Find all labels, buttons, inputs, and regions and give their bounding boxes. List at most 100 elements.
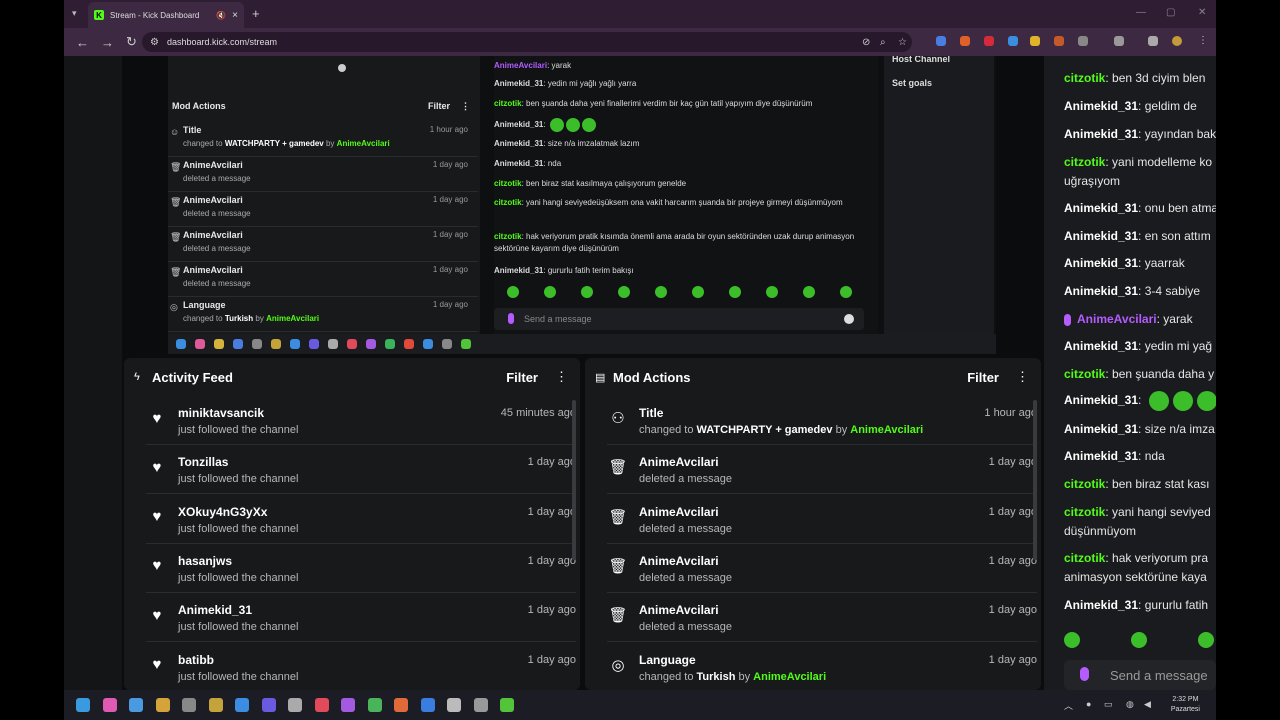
cast-icon[interactable] [1114, 36, 1124, 46]
omnibox[interactable]: ⚙ dashboard.kick.com/stream ⊘ ⌕ ☆ [142, 32, 912, 52]
tray-chevron-icon[interactable]: ︿ [1064, 699, 1073, 712]
zoom-icon[interactable]: ⌕ [880, 37, 886, 48]
chat-message: citzotik: yani modelleme ko uğraşıyom [1064, 155, 1213, 188]
taskbar-app-icon[interactable] [102, 698, 117, 712]
activity-row[interactable]: ♥ Tonzillas just followed the channel 1 day… [134, 445, 576, 495]
tray-network-icon[interactable]: ◍ [1126, 699, 1134, 710]
extension-icon[interactable] [960, 36, 970, 46]
mod-action-row[interactable]: ⚇ Title changed to WATCHPARTY + gamedev by… [595, 396, 1037, 445]
download-icon[interactable] [1148, 36, 1158, 46]
activity-row[interactable]: ♥ miniktavsancik just followed the channel… [134, 396, 576, 445]
extension-icon[interactable] [936, 36, 946, 46]
mic-icon[interactable] [1080, 667, 1089, 681]
bookmark-star-icon[interactable]: ☆ [898, 37, 907, 48]
site-info-icon[interactable]: ⚙ [150, 37, 159, 48]
browser-tab[interactable]: K Stream - Kick Dashboard 🔇 × [88, 2, 244, 28]
chat-username[interactable]: citzotik [1064, 71, 1105, 85]
tray-volume-icon[interactable]: ◀ [1144, 699, 1151, 710]
chat-username[interactable]: Animekid_31 [1064, 339, 1138, 353]
chat-username[interactable]: citzotik [1064, 155, 1105, 169]
tray-battery-icon[interactable]: ▭ [1104, 699, 1113, 710]
taskbar-app-icon[interactable] [500, 698, 514, 712]
activity-filter-button[interactable]: Filter [506, 370, 538, 385]
chat-username[interactable]: Animekid_31 [1064, 229, 1138, 243]
row-time: 1 day ago [527, 554, 576, 567]
taskbar-app-icon[interactable] [208, 698, 223, 712]
extension-icon[interactable] [1030, 36, 1040, 46]
activity-row[interactable]: ♥ Animekid_31 just followed the channel 1 d… [134, 593, 576, 643]
chat-username[interactable]: Animekid_31 [1064, 284, 1138, 298]
taskbar-app-icon[interactable] [261, 698, 276, 712]
taskbar-app-icon[interactable] [447, 698, 461, 712]
mute-tab-icon[interactable]: 🔇 [216, 11, 226, 20]
mod-filter-button[interactable]: Filter [967, 370, 999, 385]
maximize-icon[interactable]: ▢ [1166, 7, 1175, 18]
taskbar-app-icon[interactable] [367, 698, 382, 712]
mod-action-row[interactable]: ◎ Language changed to Turkish by AnimeAvci… [595, 643, 1037, 691]
activity-row[interactable]: ♥ XOkuy4nG3yXx just followed the channel 1 … [134, 495, 576, 544]
reload-icon[interactable]: ↻ [126, 34, 137, 50]
taskbar-app-icon[interactable] [314, 698, 329, 712]
row-user[interactable]: AnimeAvcilari [753, 671, 826, 683]
chat-username[interactable]: Animekid_31 [1064, 422, 1138, 436]
row-user[interactable]: AnimeAvcilari [850, 424, 923, 436]
chat-username[interactable]: Animekid_31 [1064, 393, 1138, 407]
eye-off-icon[interactable]: ⊘ [862, 37, 870, 48]
chat-username[interactable]: Animekid_31 [1064, 449, 1138, 463]
activity-more-icon[interactable]: ⋮ [555, 369, 568, 385]
chat-input[interactable]: Send a message [1064, 660, 1216, 690]
taskbar-app-icon[interactable] [394, 698, 408, 712]
chat-username[interactable]: Animekid_31 [1064, 598, 1138, 612]
taskbar-app-icon[interactable] [182, 698, 196, 712]
activity-row[interactable]: ♥ batibb just followed the channel 1 day ag… [134, 643, 576, 691]
stream-preview[interactable]: Mod Actions Filter ⋮ ☺ Title changed to WA… [168, 56, 996, 354]
taskbar-app-icon[interactable] [420, 698, 435, 712]
tab-search-icon[interactable]: ▾ [72, 8, 77, 19]
kick-favicon-icon: K [94, 10, 104, 20]
mod-action-row[interactable]: 🗑 AnimeAvcilari deleted a message 1 day ago [595, 495, 1037, 544]
tray-mic-icon[interactable]: ● [1086, 699, 1091, 709]
extension-icon[interactable] [984, 36, 994, 46]
taskbar-app-icon[interactable] [288, 698, 302, 712]
mod-action-row[interactable]: 🗑 AnimeAvcilari deleted a message 1 day ago [595, 544, 1037, 593]
profile-avatar[interactable] [1172, 36, 1182, 46]
taskbar-app-icon[interactable] [341, 698, 355, 712]
preview-chat-text: yarak [551, 61, 572, 70]
chat-username[interactable]: Animekid_31 [1064, 201, 1138, 215]
mod-action-row[interactable]: 🗑 AnimeAvcilari deleted a message 1 day ago [595, 593, 1037, 643]
clock[interactable]: 2:32 PM Pazartesi [1171, 695, 1200, 715]
minimize-icon[interactable]: — [1136, 7, 1146, 18]
emote-icon[interactable] [1064, 632, 1080, 648]
extension-icon[interactable] [1054, 36, 1064, 46]
chat-username[interactable]: citzotik [1064, 551, 1105, 565]
extension-icon[interactable] [1008, 36, 1018, 46]
chat-username[interactable]: Animekid_31 [1064, 127, 1138, 141]
close-tab-icon[interactable]: × [232, 10, 238, 21]
emote-icon[interactable] [1131, 632, 1147, 648]
activity-row[interactable]: ♥ hasanjws just followed the channel 1 day … [134, 544, 576, 593]
forward-icon[interactable]: → [101, 35, 114, 50]
chat-username[interactable]: AnimeAvcilari [1077, 312, 1157, 326]
mod-action-row[interactable]: 🗑 AnimeAvcilari deleted a message 1 day ago [595, 445, 1037, 495]
taskbar-app-icon[interactable] [473, 698, 488, 712]
taskbar-app-icon[interactable] [155, 698, 170, 712]
taskbar-app-icon[interactable] [129, 698, 143, 712]
emote-icon[interactable] [1198, 632, 1214, 648]
chat-message: Animekid_31: [1064, 391, 1216, 411]
chat-username[interactable]: citzotik [1064, 505, 1105, 519]
puzzle-icon[interactable] [1078, 36, 1088, 46]
close-window-icon[interactable]: ✕ [1198, 7, 1206, 18]
row-sub-text: just followed the channel [178, 571, 299, 584]
chat-username[interactable]: citzotik [1064, 477, 1105, 491]
chat-username[interactable]: Animekid_31 [1064, 99, 1138, 113]
back-icon[interactable]: ← [76, 35, 89, 50]
taskbar-app-icon[interactable] [235, 698, 249, 712]
chat-username[interactable]: citzotik [1064, 367, 1105, 381]
mod-more-icon[interactable]: ⋮ [1016, 369, 1029, 385]
activity-scrollbar[interactable] [572, 400, 576, 560]
mod-scrollbar[interactable] [1033, 400, 1037, 560]
menu-dots-icon[interactable]: ⋮ [1198, 35, 1208, 46]
start-menu-icon[interactable] [76, 698, 90, 712]
chat-username[interactable]: Animekid_31 [1064, 256, 1138, 270]
new-tab-icon[interactable]: + [252, 6, 260, 21]
